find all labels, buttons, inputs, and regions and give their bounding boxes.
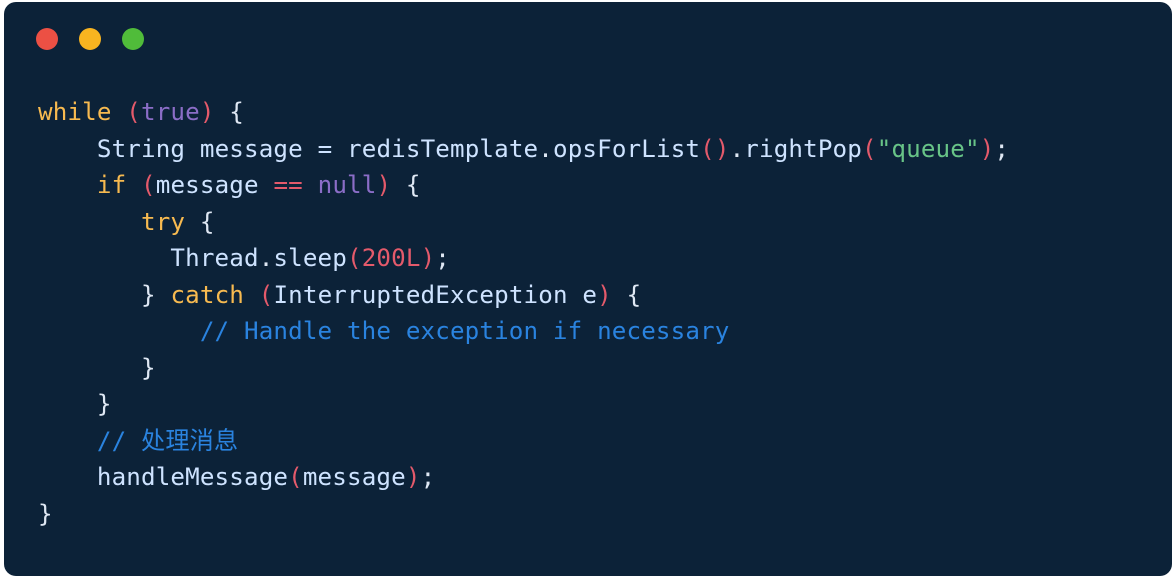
keyword-if: if	[97, 171, 126, 199]
keyword-while: while	[38, 98, 112, 126]
brace-open: {	[200, 208, 215, 236]
op-assign: =	[318, 135, 333, 163]
dot-op: .	[259, 244, 274, 272]
paren-open: (	[126, 98, 141, 126]
const-null: null	[318, 171, 377, 199]
paren-open: (	[288, 463, 303, 491]
paren-open: (	[259, 281, 274, 309]
semicolon: ;	[994, 135, 1009, 163]
window-titlebar	[4, 2, 1172, 50]
op-eqeq: ==	[273, 171, 302, 199]
paren-open: (	[141, 171, 156, 199]
paren-close: )	[715, 135, 730, 163]
dot-op: .	[730, 135, 745, 163]
paren-open: (	[700, 135, 715, 163]
traffic-light-minimize-icon[interactable]	[79, 28, 101, 50]
string-queue: "queue"	[877, 135, 980, 163]
code-window: while (true) { String message = redisTem…	[4, 2, 1172, 576]
traffic-light-zoom-icon[interactable]	[122, 28, 144, 50]
paren-open: (	[347, 244, 362, 272]
brace-close: }	[97, 390, 112, 418]
type-string: String	[97, 135, 185, 163]
paren-close: )	[406, 463, 421, 491]
traffic-light-close-icon[interactable]	[36, 28, 58, 50]
call-opsForList: opsForList	[553, 135, 700, 163]
paren-close: )	[597, 281, 612, 309]
brace-open: {	[229, 98, 244, 126]
code-block: while (true) { String message = redisTem…	[4, 50, 1172, 532]
brace-open: {	[627, 281, 642, 309]
var-message: message	[156, 171, 259, 199]
dot-op: .	[538, 135, 553, 163]
call-sleep: sleep	[273, 244, 347, 272]
const-true: true	[141, 98, 200, 126]
semicolon: ;	[421, 463, 436, 491]
type-interrupted-exception: InterruptedException	[273, 281, 567, 309]
ident-redisTemplate: redisTemplate	[347, 135, 538, 163]
brace-open: {	[406, 171, 421, 199]
var-e: e	[582, 281, 597, 309]
var-message: message	[303, 463, 406, 491]
call-rightPop: rightPop	[744, 135, 862, 163]
ident-thread: Thread	[170, 244, 258, 272]
keyword-try: try	[141, 208, 185, 236]
number-200L: 200L	[362, 244, 421, 272]
brace-close: }	[38, 500, 53, 528]
brace-close: }	[141, 281, 156, 309]
paren-close: )	[421, 244, 436, 272]
paren-open: (	[862, 135, 877, 163]
comment-exception: // Handle the exception if necessary	[200, 317, 730, 345]
var-message: message	[200, 135, 303, 163]
brace-close: }	[141, 354, 156, 382]
comment-handle: // 处理消息	[97, 427, 239, 455]
call-handleMessage: handleMessage	[97, 463, 288, 491]
paren-close: )	[376, 171, 391, 199]
paren-close: )	[980, 135, 995, 163]
semicolon: ;	[435, 244, 450, 272]
paren-close: )	[200, 98, 215, 126]
keyword-catch: catch	[170, 281, 244, 309]
